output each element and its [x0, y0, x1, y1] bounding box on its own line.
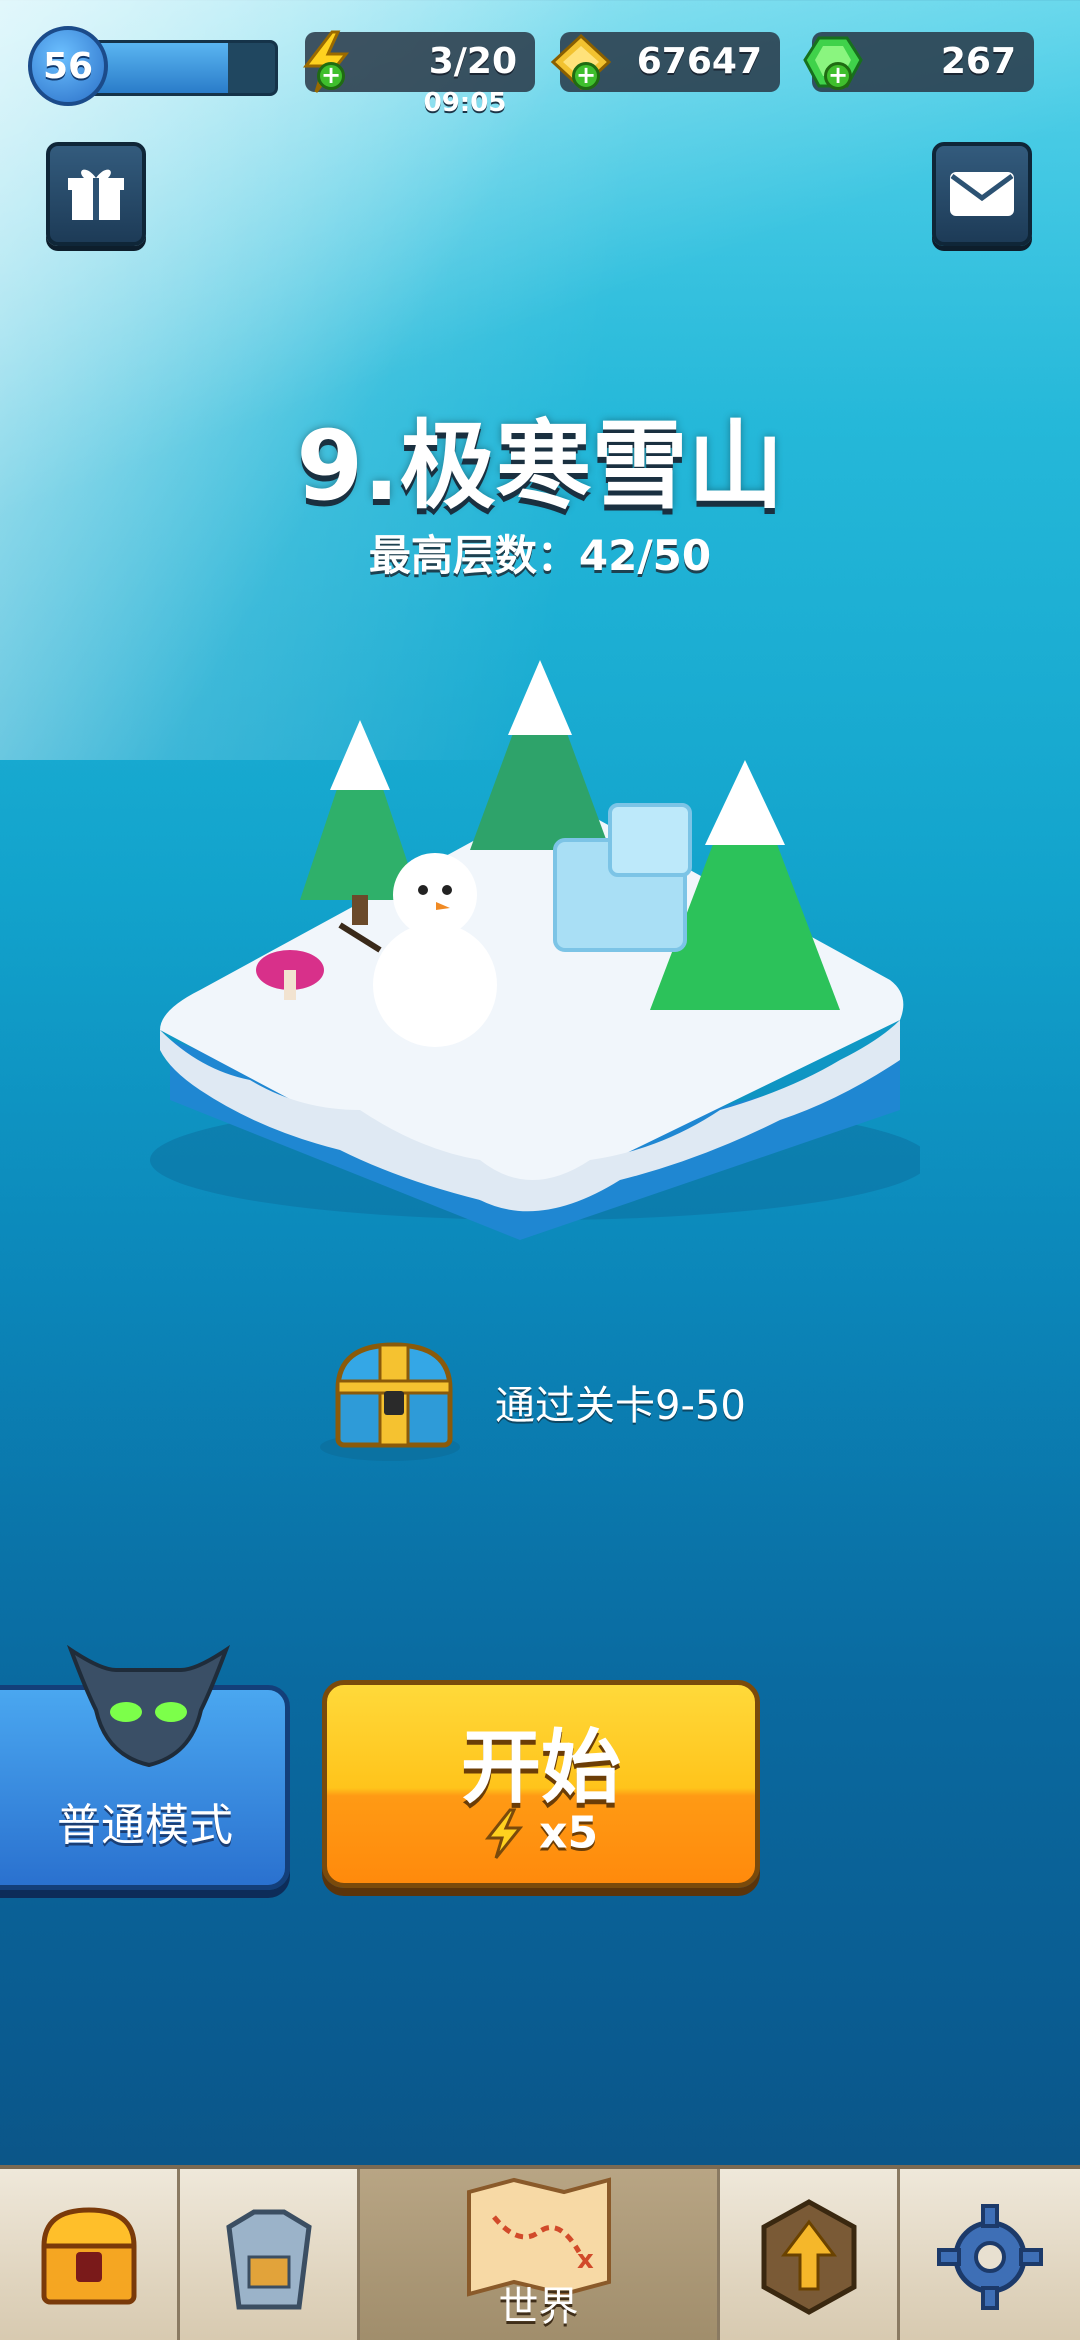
gem-value: 267 — [940, 41, 1016, 82]
stage-reward[interactable]: 通过关卡9-50 — [320, 1335, 780, 1465]
nav-equipment-tab[interactable] — [180, 2169, 360, 2340]
nav-shop-tab[interactable] — [0, 2169, 180, 2340]
normal-mode-label: 普通模式 — [57, 1800, 233, 1851]
gem-counter[interactable]: + 267 — [803, 32, 1034, 92]
gold-value: 67647 — [636, 41, 762, 82]
add-gold-icon[interactable]: + — [572, 62, 600, 90]
add-gems-icon[interactable]: + — [824, 62, 852, 90]
mail-button[interactable] — [932, 142, 1032, 246]
player-level[interactable]: 56 — [28, 26, 280, 110]
demon-helmet-icon — [66, 1644, 231, 1768]
best-floor: 最高层数：42/50 — [368, 531, 712, 580]
add-energy-icon[interactable]: + — [317, 62, 345, 90]
energy-cost: x5 — [327, 1805, 755, 1860]
energy-timer: 09:05 — [423, 88, 507, 118]
gift-icon — [68, 169, 124, 220]
lightning-icon: + — [291, 26, 361, 98]
chest-icon — [40, 2206, 137, 2304]
armor-icon — [225, 2209, 312, 2309]
bottom-navigation: x 世界 — [0, 2165, 1080, 2340]
reward-condition: 通过关卡9-50 — [495, 1383, 746, 1429]
energy-value: 3/20 — [428, 41, 517, 82]
nav-settings-tab[interactable] — [900, 2169, 1080, 2340]
chest-icon — [320, 1342, 460, 1461]
gift-button[interactable] — [46, 142, 146, 246]
energy-cost-value: x5 — [539, 1807, 599, 1859]
snow-island-illustration[interactable] — [140, 640, 930, 1280]
nav-world-label: 世界 — [498, 2284, 579, 2330]
resource-bar: 56 + 3/20 09:05 + 67647 + 267 — [0, 20, 1080, 130]
start-label: 开始 — [461, 1721, 621, 1814]
stage-title: 9.极寒雪山 — [296, 410, 784, 522]
level-badge: 56 — [28, 26, 108, 106]
normal-mode-button[interactable]: 普通模式 — [0, 1644, 290, 1890]
energy-counter[interactable]: + 3/20 — [302, 30, 535, 93]
gem-icon: + — [798, 26, 868, 98]
lightning-icon — [484, 1806, 524, 1859]
nav-world-tab[interactable]: x 世界 — [360, 2169, 720, 2340]
gold-ingot-icon: + — [546, 26, 616, 98]
nav-upgrade-tab[interactable] — [720, 2169, 900, 2340]
gold-counter[interactable]: + 67647 — [550, 32, 780, 92]
svg-text:x: x — [577, 2245, 594, 2275]
mail-icon — [950, 172, 1014, 216]
level-progress-bar — [83, 40, 278, 96]
start-button[interactable]: 开始 x5 — [322, 1680, 760, 1888]
upgrade-arrow-icon — [761, 2198, 856, 2315]
gear-icon — [937, 2203, 1043, 2310]
